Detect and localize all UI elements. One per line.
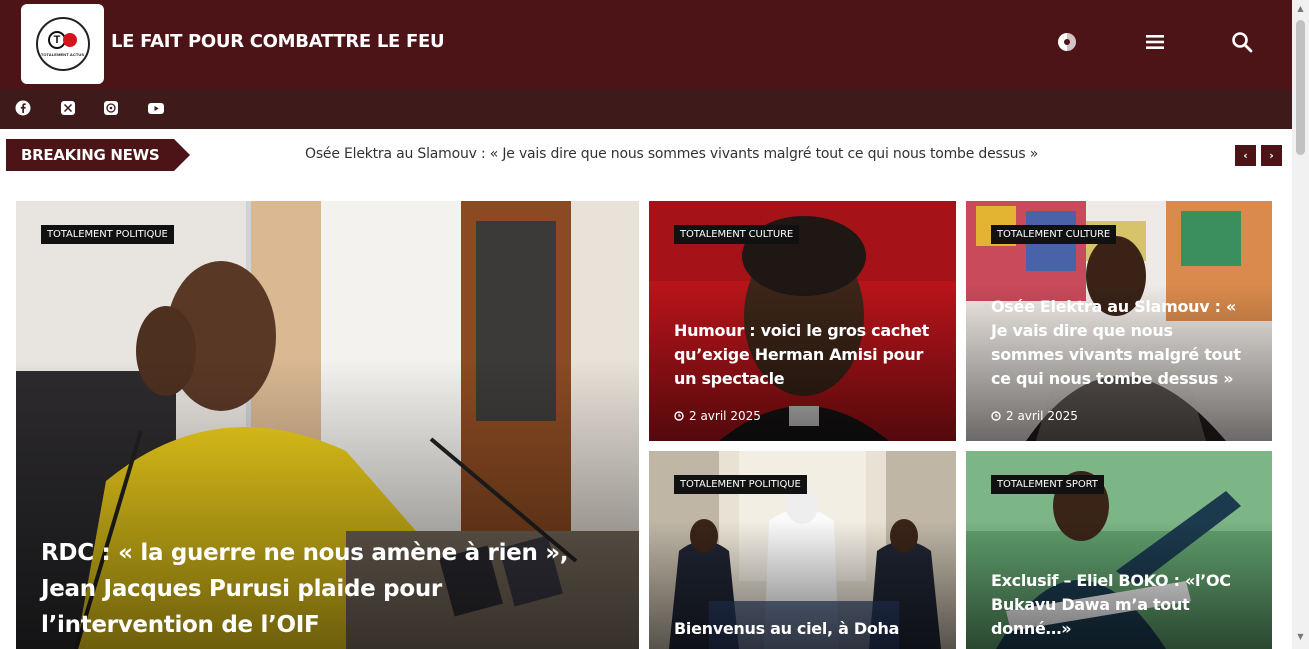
site-logo[interactable]: T TOTALEMENT ACTUS: [21, 4, 104, 84]
ticker-next-button[interactable]: ›: [1261, 145, 1282, 166]
breaking-news-ticker[interactable]: Osée Elektra au Slamouv : « Je vais dire…: [305, 146, 1038, 162]
article-title[interactable]: RDC : « la guerre ne nous amène à rien »…: [41, 535, 569, 643]
youtube-icon[interactable]: [147, 100, 164, 116]
social-bar: [0, 89, 1292, 129]
featured-card-2[interactable]: TOTALEMENT CULTURE Osée Elektra au Slamo…: [966, 201, 1272, 441]
whatsapp-icon[interactable]: [103, 100, 119, 116]
ticker-prev-button[interactable]: ‹: [1235, 145, 1256, 166]
article-title[interactable]: Osée Elektra au Slamouv : « Je vais dire…: [991, 295, 1241, 391]
featured-card-main[interactable]: TOTALEMENT POLITIQUE RDC : « la guerre n…: [16, 201, 639, 649]
article-date: 2 avril 2025: [991, 409, 1078, 423]
logo-text: TOTALEMENT ACTUS: [40, 52, 85, 57]
category-badge[interactable]: TOTALEMENT CULTURE: [674, 225, 800, 244]
category-badge[interactable]: TOTALEMENT POLITIQUE: [674, 475, 807, 494]
scroll-down-arrow[interactable]: ▼: [1296, 632, 1305, 641]
clock-icon: [674, 411, 684, 421]
logo-emblem: T TOTALEMENT ACTUS: [35, 17, 90, 71]
article-title[interactable]: Exclusif – Eliel BOKO : «l’OC Bukavu Daw…: [991, 569, 1231, 641]
site-header: T TOTALEMENT ACTUS LE FAIT POUR COMBATTR…: [0, 0, 1292, 89]
article-title[interactable]: Bienvenus au ciel, à Doha: [674, 617, 899, 641]
article-date: 2 avril 2025: [674, 409, 761, 423]
x-twitter-icon[interactable]: [60, 100, 76, 116]
breaking-news-label: BREAKING NEWS: [21, 146, 160, 164]
scrollbar-thumb[interactable]: [1296, 20, 1305, 155]
scroll-up-arrow[interactable]: ▲: [1296, 4, 1305, 13]
featured-card-1[interactable]: TOTALEMENT CULTURE Humour : voici le gro…: [649, 201, 956, 441]
search-icon[interactable]: [1231, 31, 1253, 53]
site-tagline: LE FAIT POUR COMBATTRE LE FEU: [111, 31, 445, 52]
category-badge[interactable]: TOTALEMENT POLITIQUE: [41, 225, 174, 244]
facebook-icon[interactable]: [15, 100, 31, 116]
clock-icon: [991, 411, 1001, 421]
featured-card-3[interactable]: TOTALEMENT POLITIQUE Bienvenus au ciel, …: [649, 451, 956, 649]
article-title[interactable]: Humour : voici le gros cachet qu’exige H…: [674, 319, 929, 391]
featured-card-4[interactable]: TOTALEMENT SPORT Exclusif – Eliel BOKO :…: [966, 451, 1272, 649]
menu-icon[interactable]: [1144, 31, 1166, 53]
theme-toggle-icon[interactable]: [1056, 31, 1078, 53]
category-badge[interactable]: TOTALEMENT SPORT: [991, 475, 1104, 494]
category-badge[interactable]: TOTALEMENT CULTURE: [991, 225, 1117, 244]
